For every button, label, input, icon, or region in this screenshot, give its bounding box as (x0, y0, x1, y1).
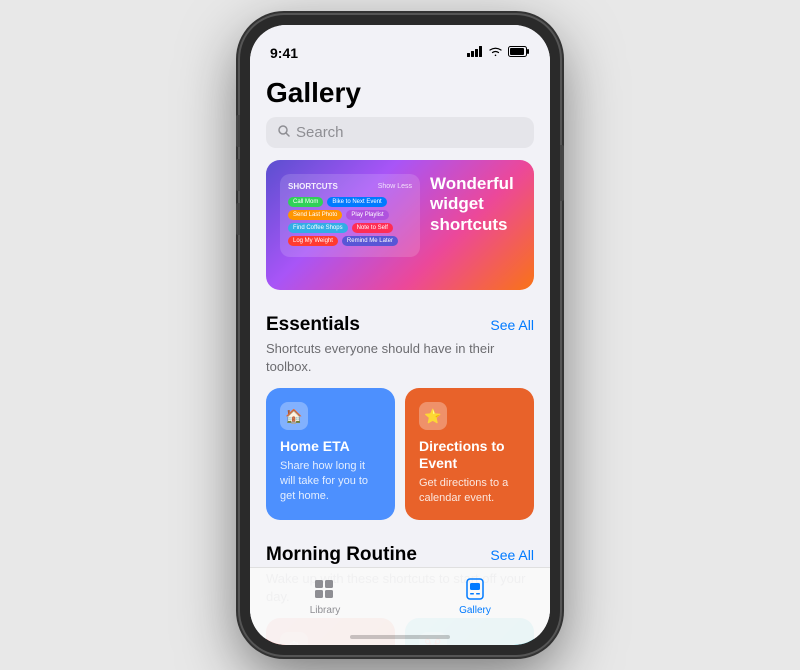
directions-title: Directions to Event (419, 438, 520, 472)
essentials-see-all[interactable]: See All (490, 317, 534, 333)
status-bar: 9:41 (250, 25, 550, 69)
hero-preview: SHORTCUTS Show Less Call Mom Bike to Nex… (280, 174, 420, 261)
shortcut-row-2: Send Last Photo Play Playlist (288, 210, 412, 220)
shortcut-pill: Note to Self (352, 223, 393, 233)
gallery-tab-label: Gallery (459, 605, 491, 616)
tab-library[interactable]: Library (250, 576, 400, 616)
morning-see-all[interactable]: See All (490, 547, 534, 563)
status-icons (467, 46, 530, 60)
directions-icon: ⭐ (419, 402, 447, 430)
home-eta-desc: Share how long it will take for you to g… (280, 459, 381, 504)
signal-icon (467, 46, 483, 60)
tab-gallery[interactable]: Gallery (400, 576, 550, 616)
home-eta-title: Home ETA (280, 438, 381, 455)
shortcut-pill: Call Mom (288, 197, 323, 207)
battery-icon (508, 46, 530, 60)
shortcut-pill: Bike to Next Event (327, 197, 386, 207)
essentials-header: Essentials See All (250, 310, 550, 338)
essentials-title: Essentials (266, 314, 360, 336)
status-time: 9:41 (270, 45, 298, 61)
home-indicator (350, 635, 450, 639)
shortcuts-preview: SHORTCUTS Show Less Call Mom Bike to Nex… (280, 174, 420, 257)
shortcut-pill: Send Last Photo (288, 210, 342, 220)
hero-text-area: Wonderful widget shortcuts (420, 174, 520, 235)
phone-screen: 9:41 (250, 25, 550, 645)
hero-banner[interactable]: SHORTCUTS Show Less Call Mom Bike to Nex… (266, 160, 534, 290)
shortcut-row-1: Call Mom Bike to Next Event (288, 197, 412, 207)
shortcut-pill: Find Coffee Shops (288, 223, 348, 233)
morning-title: Morning Routine (266, 544, 417, 566)
gallery-icon (462, 576, 488, 602)
phone-device: 9:41 (240, 15, 560, 655)
content: Gallery Search (250, 69, 550, 645)
shortcut-pill: Remind Me Later (342, 236, 398, 246)
search-bar[interactable]: Search (266, 117, 534, 148)
morning-header: Morning Routine See All (250, 540, 550, 568)
shortcuts-app-name: SHORTCUTS (288, 182, 338, 191)
wifi-icon (488, 46, 503, 60)
shortcut-pill: Play Playlist (346, 210, 388, 220)
directions-desc: Get directions to a calendar event. (419, 476, 520, 506)
search-placeholder: Search (296, 124, 344, 141)
home-eta-icon: 🏠 (280, 402, 308, 430)
scroll-area[interactable]: Gallery Search (250, 69, 550, 645)
shortcut-row-4: Log My Weight Remind Me Later (288, 236, 412, 246)
hero-tagline: Wonderful widget shortcuts (430, 174, 520, 235)
search-icon (278, 125, 290, 140)
essentials-cards: 🏠 Home ETA Share how long it will take f… (250, 388, 550, 539)
library-icon (312, 576, 338, 602)
show-less-label: Show Less (378, 183, 412, 190)
tab-bar: Library Gallery (250, 567, 550, 645)
home-eta-card[interactable]: 🏠 Home ETA Share how long it will take f… (266, 388, 395, 519)
shortcut-pill: Log My Weight (288, 236, 338, 246)
page-title: Gallery (250, 69, 550, 117)
essentials-desc: Shortcuts everyone should have in their … (250, 338, 550, 388)
library-tab-label: Library (310, 605, 341, 616)
shortcut-row-3: Find Coffee Shops Note to Self (288, 223, 412, 233)
directions-card[interactable]: ⭐ Directions to Event Get directions to … (405, 388, 534, 519)
